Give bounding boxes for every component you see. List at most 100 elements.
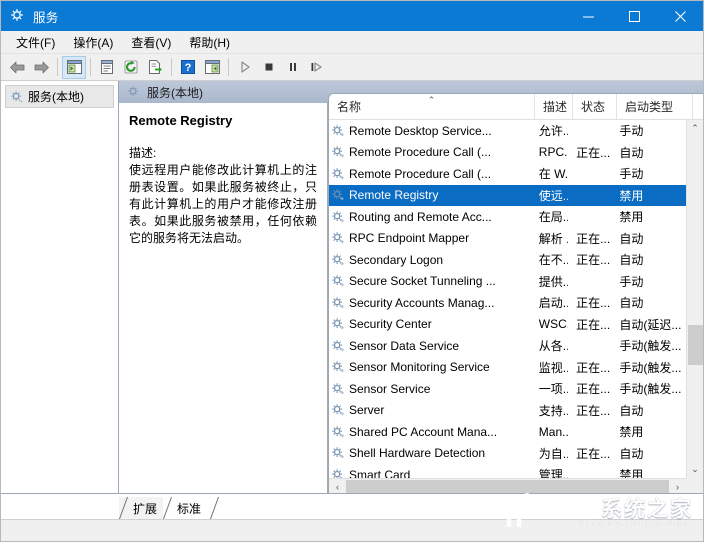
gear-icon bbox=[331, 425, 345, 439]
table-row[interactable]: Remote Procedure Call (...RPC...正在...自动 bbox=[329, 142, 686, 164]
export-list-icon[interactable] bbox=[143, 56, 167, 79]
table-row[interactable]: Shared PC Account Mana...Man...禁用 bbox=[329, 421, 686, 443]
cell-description: 一项... bbox=[531, 380, 568, 397]
service-name-label: Sensor Data Service bbox=[349, 339, 459, 353]
services-list-body[interactable]: Remote Desktop Service...允许...手动Remote P… bbox=[329, 120, 686, 478]
cell-description: Man... bbox=[531, 425, 568, 439]
minimize-button[interactable] bbox=[565, 1, 611, 31]
cell-startup-type: 禁用 bbox=[611, 466, 686, 478]
cell-description: 管理... bbox=[531, 466, 568, 478]
scroll-up-button[interactable]: ⌃ bbox=[687, 120, 703, 137]
table-row[interactable]: RPC Endpoint Mapper解析 ...正在...自动 bbox=[329, 228, 686, 250]
help-icon[interactable]: ? bbox=[176, 56, 200, 79]
cell-service-name: Sensor Monitoring Service bbox=[329, 360, 531, 374]
table-row[interactable]: Remote Desktop Service...允许...手动 bbox=[329, 120, 686, 142]
table-row[interactable]: Secure Socket Tunneling ...提供...手动 bbox=[329, 271, 686, 293]
service-name-label: Routing and Remote Acc... bbox=[349, 210, 492, 224]
column-header-name-label: 名称 bbox=[337, 98, 361, 115]
gear-icon bbox=[331, 446, 345, 460]
column-header-description[interactable]: 描述 bbox=[535, 94, 573, 119]
vertical-scroll-thumb[interactable] bbox=[688, 325, 703, 365]
back-icon[interactable] bbox=[5, 56, 29, 79]
service-name-label: RPC Endpoint Mapper bbox=[349, 231, 469, 245]
column-header-name[interactable]: 名称 ⌃ bbox=[329, 94, 535, 119]
cell-status: 正在... bbox=[568, 359, 611, 376]
cell-startup-type: 手动 bbox=[611, 165, 686, 182]
menu-bar: 文件(F) 操作(A) 查看(V) 帮助(H) bbox=[1, 31, 703, 54]
services-list-pane: 名称 ⌃ 描述 状态 启动类型 Remote Desktop Service..… bbox=[328, 93, 703, 495]
cell-service-name: Sensor Service bbox=[329, 382, 531, 396]
forward-icon[interactable] bbox=[29, 56, 53, 79]
service-detail-panel: Remote Registry 描述: 使远程用户能修改此计算机上的注册表设置。… bbox=[119, 103, 328, 495]
column-header-startup-type[interactable]: 启动类型 bbox=[617, 94, 693, 119]
service-name-label: Remote Procedure Call (... bbox=[349, 145, 491, 159]
cell-startup-type: 自动 bbox=[611, 294, 686, 311]
table-row[interactable]: Routing and Remote Acc...在局...禁用 bbox=[329, 206, 686, 228]
status-bar bbox=[1, 519, 703, 541]
restart-service-icon[interactable] bbox=[305, 56, 329, 79]
gear-icon bbox=[331, 468, 345, 478]
cell-service-name: Routing and Remote Acc... bbox=[329, 210, 531, 224]
cell-service-name: RPC Endpoint Mapper bbox=[329, 231, 531, 245]
cell-description: RPC... bbox=[531, 145, 568, 159]
cell-description: WSC... bbox=[531, 317, 568, 331]
toolbar-separator-2 bbox=[90, 58, 91, 76]
cell-service-name: Sensor Data Service bbox=[329, 339, 531, 353]
scroll-down-button[interactable]: ⌄ bbox=[687, 461, 703, 478]
cell-description: 提供... bbox=[531, 273, 568, 290]
content-area: 服务(本地) 服务(本地) bbox=[1, 81, 703, 495]
menu-view[interactable]: 查看(V) bbox=[122, 31, 180, 54]
column-header-status[interactable]: 状态 bbox=[573, 94, 617, 119]
show-action-pane-icon[interactable] bbox=[200, 56, 224, 79]
cell-status: 正在... bbox=[568, 316, 611, 333]
refresh-icon[interactable] bbox=[119, 56, 143, 79]
table-row[interactable]: Sensor Monitoring Service监视...正在...手动(触发… bbox=[329, 357, 686, 379]
vertical-scrollbar[interactable]: ⌃ ⌄ bbox=[686, 120, 703, 478]
service-name-label: Remote Desktop Service... bbox=[349, 124, 492, 138]
tab-extended[interactable]: 扩展 bbox=[119, 497, 167, 519]
table-row[interactable]: Server支持...正在...自动 bbox=[329, 400, 686, 422]
cell-description: 允许... bbox=[531, 122, 568, 139]
table-row[interactable]: Sensor Data Service从各...手动(触发... bbox=[329, 335, 686, 357]
cell-startup-type: 手动 bbox=[611, 273, 686, 290]
properties-icon[interactable] bbox=[95, 56, 119, 79]
menu-action[interactable]: 操作(A) bbox=[64, 31, 122, 54]
selected-service-title: Remote Registry bbox=[129, 113, 317, 128]
show-console-tree-icon[interactable] bbox=[62, 56, 86, 79]
tab-extended-label: 扩展 bbox=[133, 500, 157, 517]
table-row[interactable]: Security CenterWSC...正在...自动(延迟... bbox=[329, 314, 686, 336]
cell-status: 正在... bbox=[568, 230, 611, 247]
gear-icon bbox=[331, 124, 345, 138]
menu-file[interactable]: 文件(F) bbox=[7, 31, 64, 54]
table-row[interactable]: Shell Hardware Detection为自...正在...自动 bbox=[329, 443, 686, 465]
menu-help[interactable]: 帮助(H) bbox=[180, 31, 239, 54]
cell-description: 启动... bbox=[531, 294, 568, 311]
horizontal-scroll-thumb[interactable] bbox=[346, 480, 669, 494]
pause-service-icon[interactable] bbox=[281, 56, 305, 79]
table-row[interactable]: Sensor Service一项...正在...手动(触发... bbox=[329, 378, 686, 400]
table-row[interactable]: Smart Card管理...禁用 bbox=[329, 464, 686, 478]
gear-icon bbox=[331, 317, 345, 331]
gear-icon bbox=[331, 188, 345, 202]
table-row[interactable]: Remote Procedure Call (...在 W...手动 bbox=[329, 163, 686, 185]
service-name-label: Sensor Monitoring Service bbox=[349, 360, 490, 374]
gear-icon bbox=[331, 296, 345, 310]
tree-node-services-local[interactable]: 服务(本地) bbox=[5, 85, 114, 108]
tab-standard[interactable]: 标准 bbox=[163, 497, 211, 519]
stop-service-icon[interactable] bbox=[257, 56, 281, 79]
service-name-label: Security Accounts Manag... bbox=[349, 296, 494, 310]
maximize-button[interactable] bbox=[611, 1, 657, 31]
cell-startup-type: 禁用 bbox=[611, 208, 686, 225]
start-service-icon[interactable] bbox=[233, 56, 257, 79]
gear-icon bbox=[331, 382, 345, 396]
table-row[interactable]: Security Accounts Manag...启动...正在...自动 bbox=[329, 292, 686, 314]
cell-service-name: Shared PC Account Mana... bbox=[329, 425, 531, 439]
close-button[interactable] bbox=[657, 1, 703, 31]
service-name-label: Secondary Logon bbox=[349, 253, 443, 267]
cell-startup-type: 手动(触发... bbox=[611, 337, 686, 354]
gear-icon bbox=[331, 403, 345, 417]
table-row[interactable]: Remote Registry使远...禁用 bbox=[329, 185, 686, 207]
gear-icon bbox=[10, 90, 24, 104]
table-row[interactable]: Secondary Logon在不...正在...自动 bbox=[329, 249, 686, 271]
service-name-label: Security Center bbox=[349, 317, 432, 331]
